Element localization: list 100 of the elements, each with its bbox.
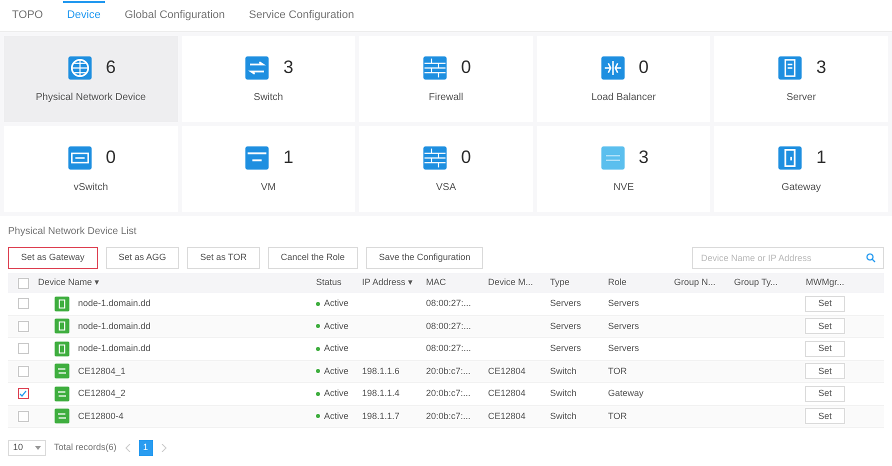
device-count: 1 bbox=[816, 146, 826, 169]
table-cell-text: Active bbox=[324, 364, 349, 378]
table-cell-text: Servers bbox=[608, 342, 640, 355]
toolbar-button[interactable]: Set as Gateway bbox=[8, 247, 98, 269]
device-category-tile[interactable]: 1 VM bbox=[182, 126, 356, 212]
table-cell-text: CE12804 bbox=[488, 364, 526, 378]
checkbox[interactable] bbox=[18, 320, 28, 332]
checkbox[interactable] bbox=[18, 388, 28, 400]
category-label: Physical Network Device bbox=[36, 90, 146, 104]
column-header[interactable]: Device Name ▾ bbox=[38, 276, 316, 290]
arrows-icon bbox=[243, 54, 272, 82]
tab[interactable]: Service Configuration bbox=[244, 2, 358, 31]
table-cell: CE12804_1 bbox=[78, 364, 126, 378]
table-cell-text: Servers bbox=[608, 320, 640, 332]
set-button[interactable]: Set bbox=[805, 296, 845, 312]
previous-icon[interactable] bbox=[124, 444, 131, 452]
page-size-select[interactable]: 10 bbox=[8, 440, 46, 456]
checkbox[interactable] bbox=[18, 343, 28, 354]
column-header[interactable]: Device M... bbox=[488, 276, 550, 290]
search-icon bbox=[866, 253, 876, 263]
server-icon bbox=[776, 54, 804, 82]
device-count: 6 bbox=[106, 56, 116, 79]
device-count: 3 bbox=[283, 56, 294, 79]
table-cell-text: CE12804 bbox=[488, 387, 526, 400]
window-icon bbox=[243, 144, 272, 172]
device-count: 3 bbox=[638, 146, 649, 169]
device-category-tile[interactable]: 3 Server bbox=[714, 36, 888, 122]
device-category-tile[interactable]: 3 NVE bbox=[536, 126, 710, 212]
search-field[interactable]: Device Name or IP Address bbox=[692, 247, 884, 269]
column-header[interactable]: Type bbox=[550, 276, 608, 290]
column-header[interactable]: MWMgr... bbox=[796, 276, 854, 290]
table-cell-text: 08:00:27:... bbox=[426, 320, 472, 332]
switch-icon bbox=[54, 386, 70, 402]
column-header[interactable]: Group Ty... bbox=[734, 276, 796, 290]
set-button[interactable]: Set bbox=[805, 408, 845, 424]
column-header[interactable]: Group N... bbox=[674, 276, 734, 290]
table-cell-text: Gateway bbox=[608, 387, 644, 400]
set-button[interactable]: Set bbox=[805, 386, 845, 402]
column-header[interactable]: IP Address ▾ bbox=[362, 276, 426, 290]
device-category-tile[interactable]: 0 Firewall bbox=[359, 36, 533, 122]
table-cell-text: TOR bbox=[608, 364, 627, 378]
device-count: 0 bbox=[460, 146, 471, 169]
category-label: Load Balancer bbox=[591, 90, 656, 104]
set-button[interactable]: Set bbox=[805, 340, 845, 357]
checkbox[interactable] bbox=[18, 410, 28, 422]
category-label: Gateway bbox=[781, 180, 821, 194]
table-cell-text: Servers bbox=[550, 297, 582, 310]
column-header[interactable]: Role bbox=[608, 276, 674, 290]
toolbar-button[interactable]: Set as AGG bbox=[106, 247, 180, 269]
device-category-tile[interactable]: 6 Physical Network Device bbox=[4, 36, 178, 122]
table-cell-text: Switch bbox=[550, 364, 577, 378]
check-icon bbox=[19, 390, 27, 398]
device-category-tile[interactable]: 0 vSwitch bbox=[4, 126, 178, 212]
checkbox[interactable] bbox=[18, 278, 28, 288]
set-button[interactable]: Set bbox=[805, 318, 845, 334]
column-header[interactable]: Status bbox=[316, 276, 362, 290]
brick-wall-icon bbox=[420, 144, 449, 172]
device-count: 0 bbox=[106, 146, 116, 169]
device-category-tile[interactable]: 1 Gateway bbox=[714, 126, 888, 212]
caret-icon bbox=[35, 446, 42, 450]
device-count: 0 bbox=[638, 56, 649, 79]
category-label: NVE bbox=[613, 180, 634, 194]
checkbox[interactable] bbox=[18, 298, 28, 310]
table-cell-text: 20:0b:c7:... bbox=[426, 364, 471, 378]
server-icon bbox=[54, 318, 70, 334]
server-icon bbox=[54, 296, 70, 312]
device-count: 0 bbox=[460, 56, 471, 79]
category-label: vSwitch bbox=[74, 180, 108, 194]
column-header[interactable]: MAC bbox=[426, 276, 488, 290]
table-cell-text: Servers bbox=[550, 342, 582, 355]
table-cell-text: CE12800-4 bbox=[78, 410, 124, 422]
table-cell-text: TOR bbox=[608, 410, 627, 422]
table-cell-text: 198.1.1.4 bbox=[362, 387, 400, 400]
device-category-tile[interactable]: 0 VSA bbox=[359, 126, 533, 212]
toolbar-button[interactable]: Set as TOR bbox=[187, 247, 260, 269]
box-icon bbox=[66, 144, 94, 172]
table-cell-text: 198.1.1.7 bbox=[362, 410, 400, 422]
table-cell-text: 20:0b:c7:... bbox=[426, 410, 471, 422]
next-icon[interactable] bbox=[160, 444, 167, 452]
table-cell-text: node-1.domain.dd bbox=[78, 297, 151, 310]
table-cell-text: 08:00:27:... bbox=[426, 297, 472, 310]
toolbar-button[interactable]: Save the Configuration bbox=[366, 247, 484, 269]
total-records: Total records(6) bbox=[54, 441, 117, 454]
checkbox[interactable] bbox=[18, 366, 28, 377]
table-cell-text: 198.1.1.6 bbox=[362, 364, 400, 378]
brick-wall-icon bbox=[420, 54, 449, 82]
toolbar-button[interactable]: Cancel the Role bbox=[268, 247, 358, 269]
table-cell-text: Servers bbox=[608, 297, 640, 310]
device-category-tile[interactable]: 0 Load Balancer bbox=[536, 36, 710, 122]
tab[interactable]: Global Configuration bbox=[120, 2, 229, 31]
table-cell-text: Active bbox=[324, 320, 349, 332]
globe-icon bbox=[66, 54, 94, 82]
switch-icon bbox=[54, 363, 70, 380]
splitter-icon bbox=[598, 54, 627, 82]
device-category-tile[interactable]: 3 Switch bbox=[182, 36, 356, 122]
set-button[interactable]: Set bbox=[805, 363, 845, 380]
table-cell-text: node-1.domain.dd bbox=[78, 342, 151, 355]
category-label: VM bbox=[260, 180, 276, 194]
tab[interactable]: TOPO bbox=[8, 2, 47, 31]
category-label: Switch bbox=[254, 90, 284, 104]
